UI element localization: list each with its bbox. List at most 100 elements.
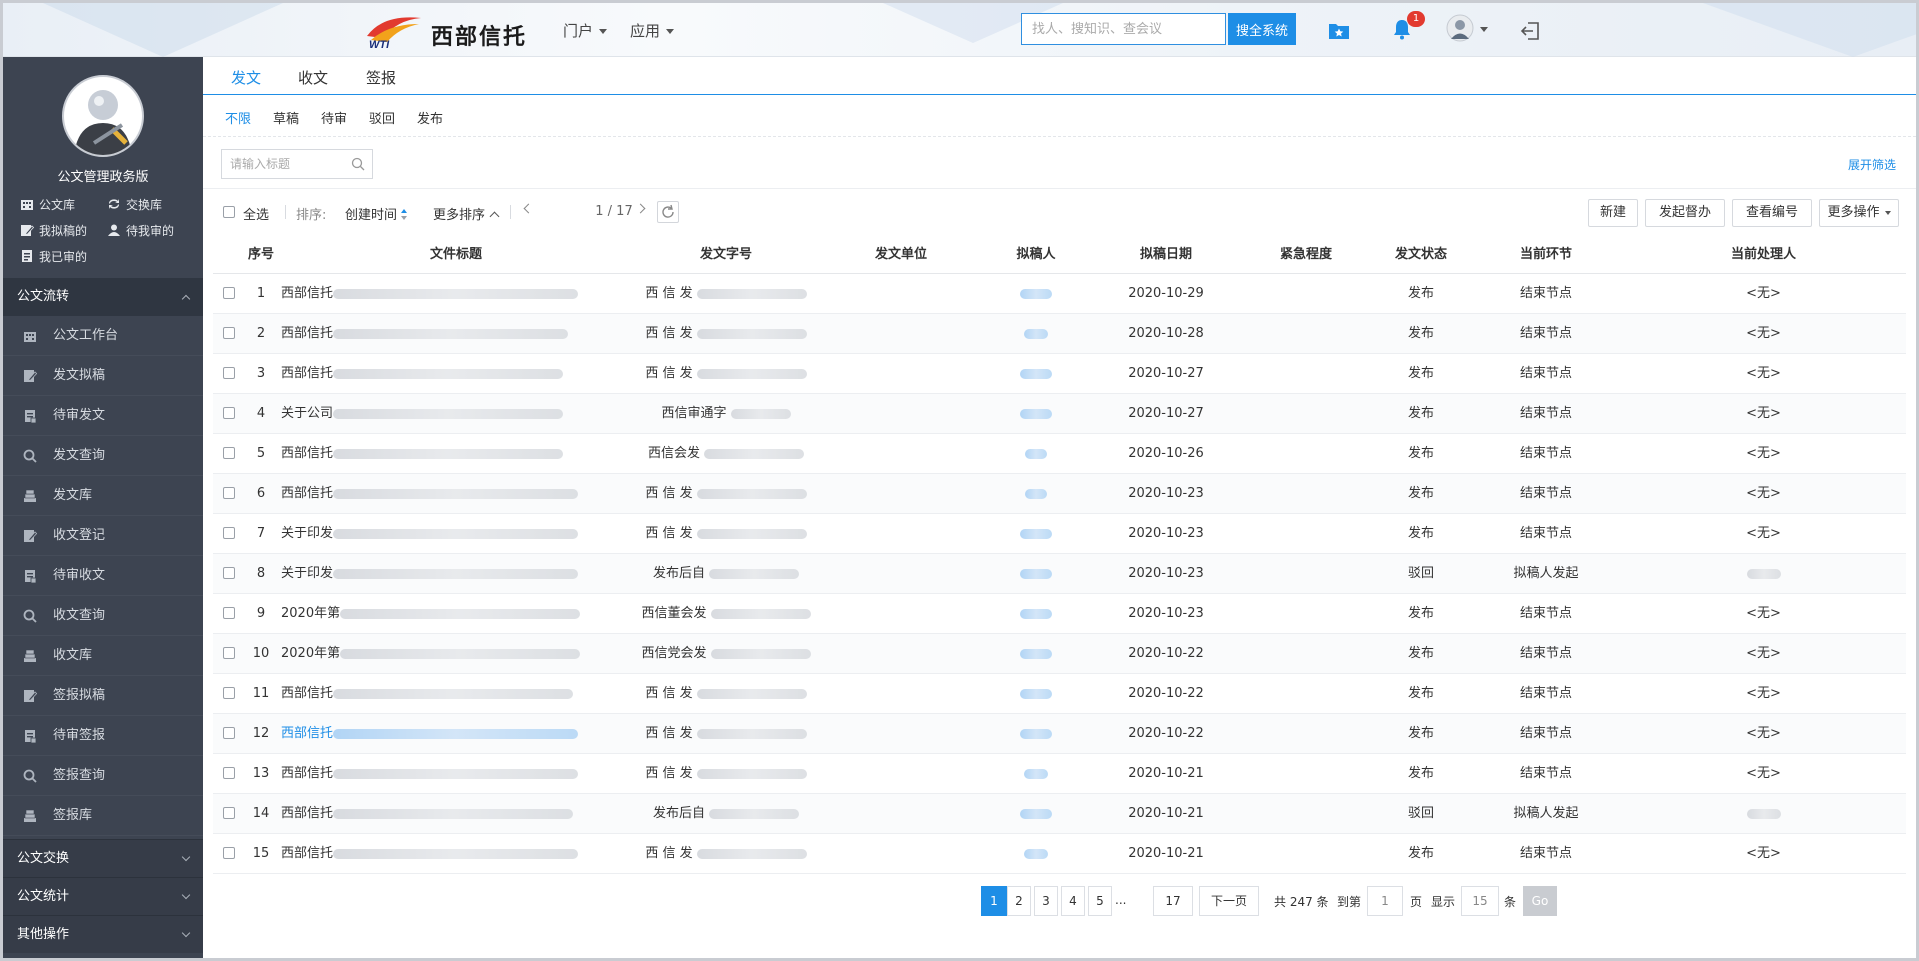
sidebar-item-10[interactable]: 签报拟稿 [3,676,203,716]
row-checkbox[interactable] [223,487,235,499]
drafter[interactable] [981,594,1091,634]
column-header[interactable]: 发文单位 [821,235,981,274]
document-title[interactable]: 2020年第 [281,634,631,674]
global-search-button[interactable]: 搜全系统 [1228,13,1296,45]
page-button[interactable]: 3 [1034,886,1058,916]
table-row[interactable]: 12 西部信托 西 信 发 2020-10-22 发布 结束节点 <无> [213,714,1906,754]
page-button[interactable]: 1 [981,886,1007,916]
nav-group-document-stats[interactable]: 公文统计 [3,877,203,915]
quick-link-my-drafts[interactable]: 我拟稿的 [20,222,87,239]
sidebar-item-6[interactable]: 收文登记 [3,516,203,556]
refresh-button[interactable] [657,201,679,223]
page-button[interactable]: 5 [1088,886,1112,916]
table-row[interactable]: 10 2020年第 西信党会发 2020-10-22 发布 结束节点 <无> [213,634,1906,674]
document-title[interactable]: 关于印发 [281,554,631,594]
table-row[interactable]: 3 西部信托 西 信 发 2020-10-27 发布 结束节点 <无> [213,354,1906,394]
row-checkbox[interactable] [223,367,235,379]
row-checkbox[interactable] [223,607,235,619]
page-button[interactable]: 4 [1061,886,1085,916]
column-header[interactable]: 拟稿人 [981,235,1091,274]
row-checkbox[interactable] [223,847,235,859]
document-title[interactable]: 西部信托 [281,754,631,794]
quick-link-document-library[interactable]: 公文库 [20,196,75,213]
sidebar-item-12[interactable]: 签报查询 [3,756,203,796]
document-title[interactable]: 西部信托 [281,274,631,314]
drafter[interactable] [981,754,1091,794]
drafter[interactable] [981,474,1091,514]
page-button[interactable]: 2 [1007,886,1031,916]
table-row[interactable]: 8 关于印发 发布后自 2020-10-23 驳回 拟稿人发起 [213,554,1906,594]
page-button[interactable]: 17 [1153,886,1193,916]
subtab-pending[interactable]: 待审 [321,108,347,127]
row-checkbox[interactable] [223,407,235,419]
column-header[interactable]: 当前环节 [1471,235,1621,274]
menu-portal[interactable]: 门户 [563,20,608,41]
brand-logo[interactable]: WTI 西部信托 [363,12,533,50]
sidebar-item-3[interactable]: 待审发文 [3,396,203,436]
subtab-all[interactable]: 不限 [225,108,251,127]
search-icon[interactable] [351,157,365,171]
expand-filter-link[interactable]: 展开筛选 [1848,156,1896,173]
tab-incoming[interactable]: 收文 [298,67,328,88]
row-checkbox[interactable] [223,647,235,659]
table-row[interactable]: 14 西部信托 发布后自 2020-10-21 驳回 拟稿人发起 [213,794,1906,834]
page-size-input[interactable] [1461,886,1499,916]
row-checkbox[interactable] [223,687,235,699]
document-title[interactable]: 西部信托 [281,834,631,874]
logout-icon[interactable] [1519,20,1541,42]
drafter[interactable] [981,714,1091,754]
column-header[interactable]: 紧急程度 [1241,235,1371,274]
next-page-button[interactable]: 下一页 [1199,886,1259,916]
table-row[interactable]: 11 西部信托 西 信 发 2020-10-22 发布 结束节点 <无> [213,674,1906,714]
user-avatar[interactable] [62,75,144,157]
table-row[interactable]: 6 西部信托 西 信 发 2020-10-23 发布 结束节点 <无> [213,474,1906,514]
quick-link-exchange-library[interactable]: 交换库 [107,196,162,213]
row-checkbox[interactable] [223,727,235,739]
document-title[interactable]: 西部信托 [281,434,631,474]
row-checkbox[interactable] [223,287,235,299]
table-row[interactable]: 7 关于印发 西 信 发 2020-10-23 发布 结束节点 <无> [213,514,1906,554]
sidebar-item-2[interactable]: 发文拟稿 [3,356,203,396]
nav-group-document-flow[interactable]: 公文流转 [3,278,203,316]
table-row[interactable]: 1 西部信托 西 信 发 2020-10-29 发布 结束节点 <无> [213,274,1906,314]
drafter[interactable] [981,674,1091,714]
select-all-checkbox[interactable] [223,206,235,218]
document-title[interactable]: 西部信托 [281,714,631,754]
prev-page-icon[interactable] [523,203,534,214]
column-header[interactable]: 序号 [241,235,281,274]
view-number-button[interactable]: 查看编号 [1732,199,1812,227]
quick-link-reviewed[interactable]: 我已审的 [20,248,87,265]
table-row[interactable]: 4 关于公司 西信审通字 2020-10-27 发布 结束节点 <无> [213,394,1906,434]
go-button[interactable]: Go [1523,886,1557,916]
document-title[interactable]: 西部信托 [281,354,631,394]
drafter[interactable] [981,314,1091,354]
quick-link-pending-review[interactable]: 待我审的 [107,222,174,239]
goto-page-input[interactable] [1367,886,1403,916]
sidebar-item-4[interactable]: 发文查询 [3,436,203,476]
global-search-input[interactable] [1021,13,1226,45]
more-actions-button[interactable]: 更多操作 [1819,199,1899,227]
nav-group-other-actions[interactable]: 其他操作 [3,915,203,953]
sidebar-item-7[interactable]: 待审收文 [3,556,203,596]
row-checkbox[interactable] [223,567,235,579]
row-checkbox[interactable] [223,327,235,339]
table-row[interactable]: 13 西部信托 西 信 发 2020-10-21 发布 结束节点 <无> [213,754,1906,794]
favorite-folder-icon[interactable] [1328,20,1350,40]
column-header[interactable]: 文件标题 [281,235,631,274]
column-header[interactable]: 当前处理人 [1621,235,1906,274]
drafter[interactable] [981,514,1091,554]
sidebar-item-13[interactable]: 签报库 [3,796,203,836]
start-supervision-button[interactable]: 发起督办 [1645,199,1725,227]
row-checkbox[interactable] [223,807,235,819]
drafter[interactable] [981,554,1091,594]
column-header[interactable]: 发文状态 [1371,235,1471,274]
drafter[interactable] [981,354,1091,394]
row-checkbox[interactable] [223,767,235,779]
table-row[interactable]: 2 西部信托 西 信 发 2020-10-28 发布 结束节点 <无> [213,314,1906,354]
drafter[interactable] [981,794,1091,834]
user-menu[interactable] [1446,14,1490,44]
table-row[interactable]: 15 西部信托 西 信 发 2020-10-21 发布 结束节点 <无> [213,834,1906,874]
new-button[interactable]: 新建 [1588,199,1638,227]
row-checkbox[interactable] [223,447,235,459]
drafter[interactable] [981,634,1091,674]
